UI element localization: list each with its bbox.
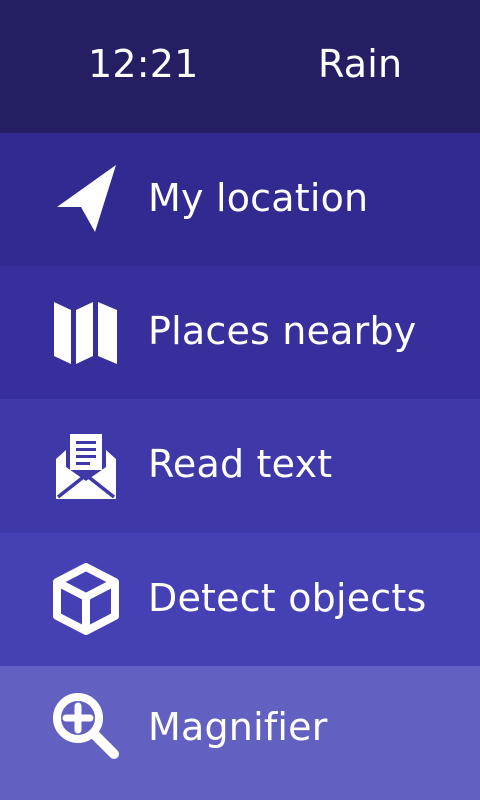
menu-item-label: My location [148, 176, 369, 220]
status-bar: 12:21 Rain [0, 0, 480, 133]
menu-item-label: Detect objects [148, 576, 427, 620]
envelope-open-icon [50, 429, 122, 501]
menu-item-read-text[interactable]: Read text [0, 399, 480, 533]
app-screen: 12:21 Rain My location Places nearby Rea… [0, 0, 480, 800]
menu-item-label: Read text [148, 442, 333, 486]
menu-item-places-nearby[interactable]: Places nearby [0, 266, 480, 399]
menu-item-label: Places nearby [148, 309, 417, 353]
cube-icon [50, 563, 122, 635]
map-icon [50, 296, 122, 368]
menu-item-detect-objects[interactable]: Detect objects [0, 533, 480, 666]
location-arrow-icon [50, 163, 122, 235]
menu-item-label: Magnifier [148, 705, 328, 749]
weather-status: Rain [318, 42, 403, 86]
clock: 12:21 [88, 42, 199, 86]
menu-item-magnifier[interactable]: Magnifier [0, 666, 480, 800]
magnifier-plus-icon [50, 690, 122, 762]
menu-item-my-location[interactable]: My location [0, 133, 480, 266]
